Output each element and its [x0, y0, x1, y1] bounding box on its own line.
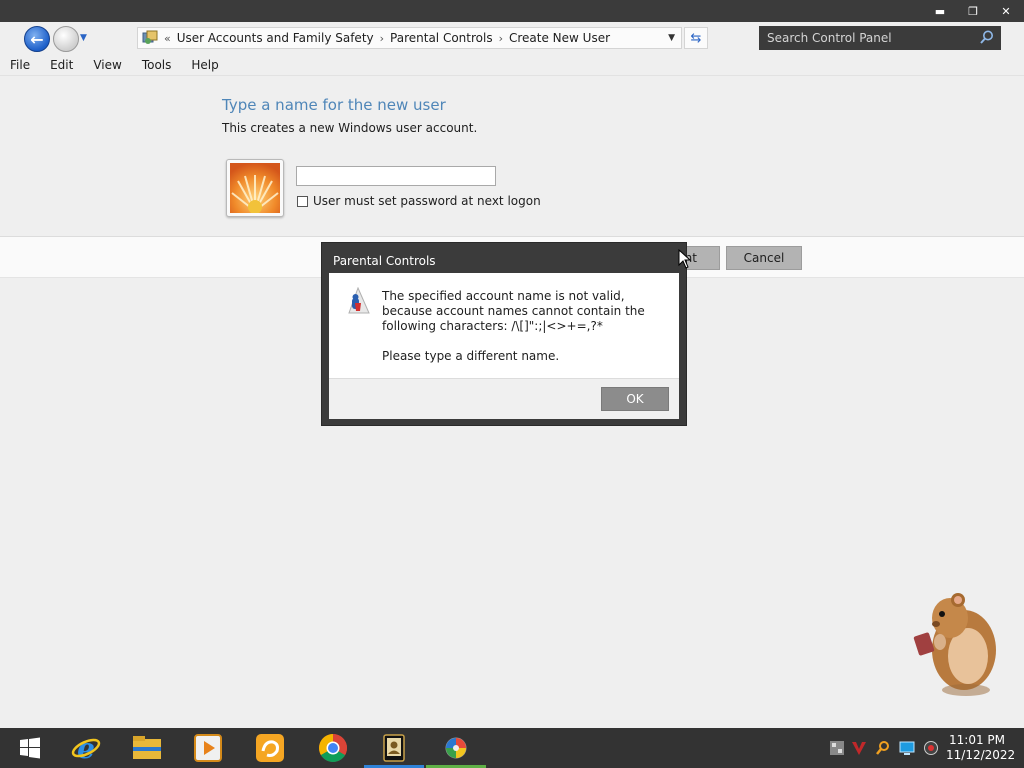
internet-explorer-icon: e: [71, 733, 101, 763]
tray-camera-icon[interactable]: [923, 740, 939, 756]
close-button[interactable]: ✕: [992, 3, 1020, 19]
navigation-bar: ← ▼ « User Accounts and Family Safety › …: [0, 22, 1024, 54]
page-title: Type a name for the new user: [222, 96, 446, 114]
password-at-logon-checkbox[interactable]: [297, 195, 308, 207]
dialog-footer: OK: [329, 378, 679, 419]
restore-button[interactable]: ❐: [959, 3, 987, 19]
taskbar-user-accounts[interactable]: [364, 728, 424, 768]
taskbar-uc-browser[interactable]: [240, 728, 300, 768]
cancel-button-label: Cancel: [743, 251, 785, 265]
menu-bar: File Edit View Tools Help: [0, 54, 1024, 76]
start-button[interactable]: [0, 728, 60, 768]
window-titlebar: ▬ ❐ ✕: [0, 0, 1024, 22]
parental-controls-icon: [345, 286, 371, 315]
uc-browser-icon: [256, 734, 284, 762]
media-player-icon: [194, 734, 222, 762]
refresh-icon: ⇆: [690, 30, 702, 46]
search-icon[interactable]: [979, 29, 995, 45]
password-at-logon-label[interactable]: User must set password at next logon: [313, 194, 541, 208]
tray-display-icon[interactable]: [899, 740, 915, 756]
tray-network-icon[interactable]: [829, 740, 845, 756]
taskbar-control-panel[interactable]: [426, 728, 486, 768]
breadcrumb-user-accounts[interactable]: User Accounts and Family Safety: [177, 31, 374, 45]
dialog-instruction: Please type a different name.: [382, 349, 560, 363]
mouse-pointer-icon: [678, 249, 692, 269]
address-bar[interactable]: « User Accounts and Family Safety › Pare…: [137, 27, 682, 49]
flower-picture-icon: [230, 163, 280, 214]
user-avatar: [226, 159, 284, 217]
taskbar-chrome[interactable]: [303, 728, 363, 768]
minimize-button[interactable]: ▬: [926, 3, 954, 19]
control-panel-icon: [142, 30, 158, 46]
back-button[interactable]: ←: [24, 26, 50, 52]
ok-button[interactable]: OK: [601, 387, 669, 411]
page-description: This creates a new Windows user account.: [222, 121, 478, 135]
search-input[interactable]: [759, 31, 969, 45]
chrome-icon: [319, 734, 347, 762]
taskbar-media-player[interactable]: [178, 728, 238, 768]
dialog-title: Parental Controls: [333, 254, 436, 268]
taskbar-internet-explorer[interactable]: e: [56, 728, 116, 768]
menu-view[interactable]: View: [83, 58, 131, 72]
dialog-body: The specified account name is not valid,…: [329, 273, 679, 378]
new-user-name-input[interactable]: [296, 166, 496, 186]
menu-help[interactable]: Help: [181, 58, 228, 72]
svg-text:e: e: [77, 733, 95, 763]
recent-pages-dropdown-icon[interactable]: ▼: [80, 33, 87, 43]
clock-date: 11/12/2022: [946, 748, 1016, 762]
breadcrumb-overflow[interactable]: «: [164, 32, 171, 45]
taskbar: e 11:01 PM 11/12/2022: [0, 728, 1024, 768]
cancel-button[interactable]: Cancel: [726, 246, 802, 270]
breadcrumb-separator[interactable]: ›: [380, 32, 384, 45]
password-option-row: User must set password at next logon: [297, 194, 541, 208]
tray-antivirus-icon[interactable]: [851, 740, 867, 756]
tray-search-icon[interactable]: [875, 740, 891, 756]
address-dropdown-icon[interactable]: ▼: [668, 33, 675, 43]
menu-edit[interactable]: Edit: [40, 58, 83, 72]
search-box[interactable]: [759, 26, 1001, 50]
breadcrumb-create-new-user[interactable]: Create New User: [509, 31, 610, 45]
dialog-message: The specified account name is not valid,…: [382, 289, 645, 333]
breadcrumb-parental-controls[interactable]: Parental Controls: [390, 31, 493, 45]
ok-button-label: OK: [626, 392, 644, 406]
control-panel-icon: [445, 737, 467, 759]
breadcrumb-separator[interactable]: ›: [499, 32, 503, 45]
back-arrow-icon: ←: [30, 29, 44, 49]
clock-time: 11:01 PM: [949, 733, 1005, 747]
error-dialog: Parental Controls The specified account …: [321, 242, 687, 426]
refresh-button[interactable]: ⇆: [684, 27, 708, 49]
menu-tools[interactable]: Tools: [132, 58, 182, 72]
taskbar-file-explorer[interactable]: [117, 728, 177, 768]
hamster-desktop-pet-icon[interactable]: [906, 590, 1002, 698]
forward-button[interactable]: [53, 26, 79, 52]
menu-file[interactable]: File: [0, 58, 40, 72]
file-explorer-icon: [133, 736, 161, 759]
taskbar-clock[interactable]: 11:01 PM 11/12/2022: [946, 733, 1016, 763]
start-icon: [20, 737, 40, 759]
user-accounts-icon: [383, 734, 405, 762]
